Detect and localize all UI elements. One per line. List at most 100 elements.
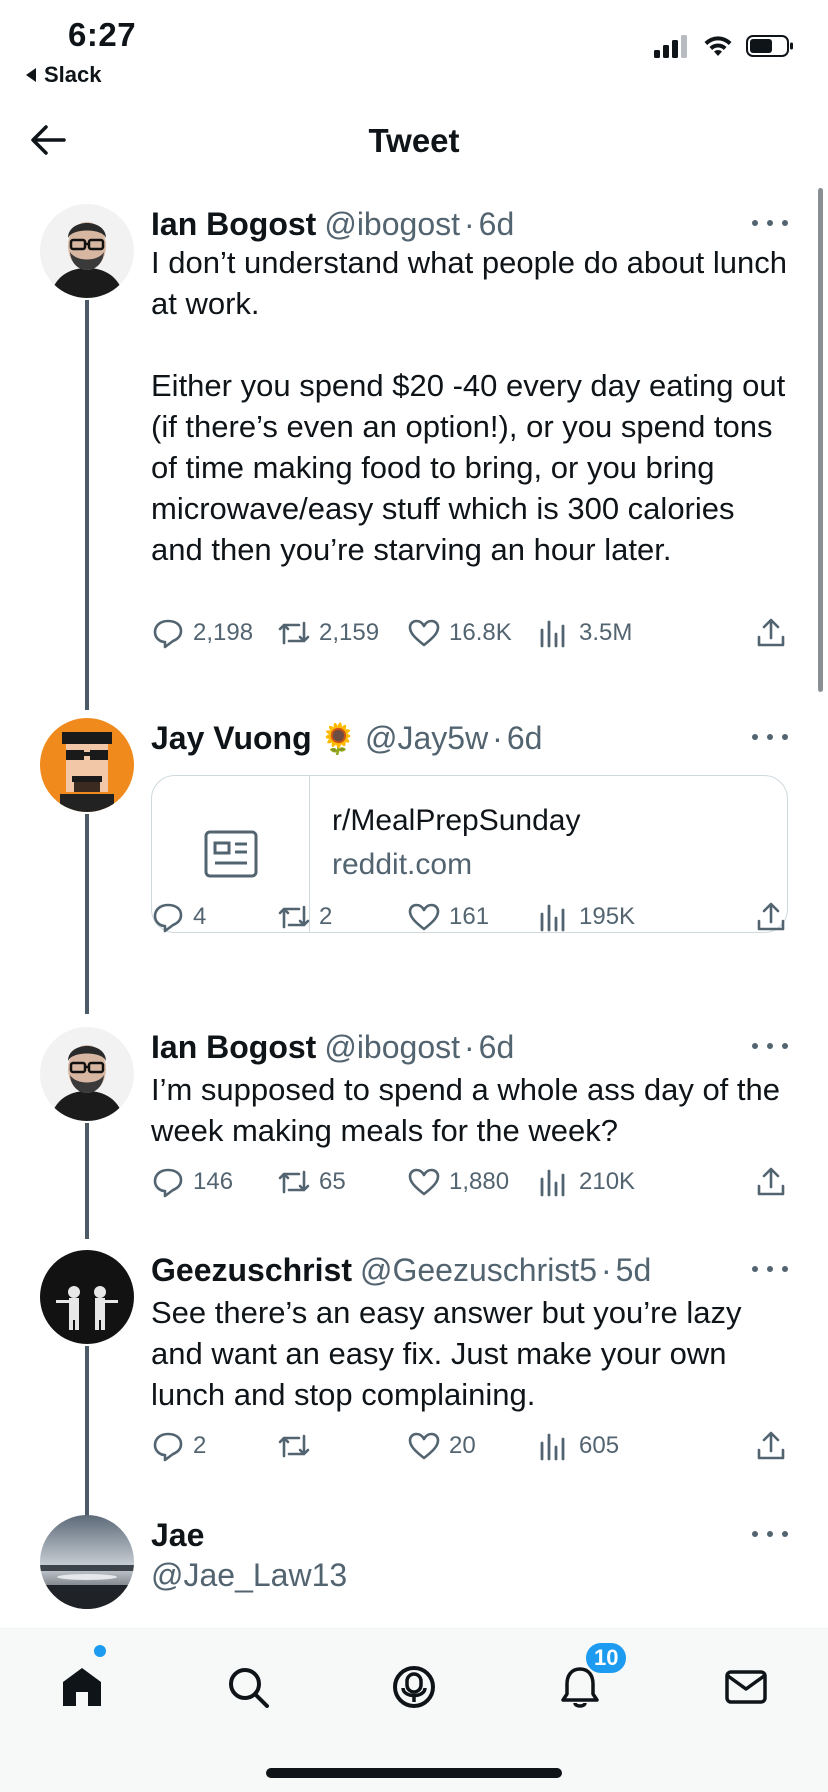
more-options-icon[interactable] [752,208,788,238]
retweet-icon [278,621,310,645]
more-options-icon[interactable] [752,1031,788,1061]
tweet-time[interactable]: 6d [507,718,543,758]
share-icon [757,902,785,931]
reply-button[interactable]: 2 [151,1429,206,1463]
tab-search[interactable] [218,1657,278,1717]
spaces-icon [393,1666,435,1708]
author-handle[interactable]: @Geezuschrist5 [360,1250,597,1290]
heart-icon [408,1432,440,1460]
back-triangle-icon [26,68,36,82]
view-count: 3.5M [579,619,633,646]
avatar-jae [40,1515,134,1609]
signal-icon [654,35,687,58]
reply-button[interactable]: 4 [151,900,206,934]
avatar[interactable] [40,1027,134,1121]
avatar[interactable] [40,1250,134,1344]
author-name[interactable]: Jae [151,1515,204,1555]
author-handle[interactable]: @ibogost [324,1027,460,1067]
views-button[interactable]: 605 [537,1429,619,1463]
views-button[interactable]: 210K [537,1165,635,1199]
retweet-button[interactable]: 65 [277,1165,346,1199]
retweet-button[interactable] [277,1429,319,1463]
tweet-actions: 2 20 605 [151,1426,788,1466]
thread-line [85,1123,89,1239]
avatar[interactable] [40,1515,134,1609]
status-time: 6:27 [68,16,137,53]
view-count: 605 [579,1432,620,1459]
tweet-actions: 2,198 2,159 16.8K 3.5M [151,613,788,653]
author-name[interactable]: Jay Vuong [151,718,312,758]
back-app-label: Slack [44,62,102,87]
share-button[interactable] [754,900,788,934]
retweet-button[interactable]: 2 [277,900,332,934]
share-icon [757,1167,785,1196]
avatar[interactable] [40,718,134,812]
status-bar: 6:27 Slack [0,0,828,96]
author-handle[interactable]: @ibogost [324,204,460,244]
heart-icon [408,619,440,647]
more-options-icon[interactable] [752,1519,788,1549]
share-button[interactable] [754,1429,788,1463]
avatar-jay-vuong [40,718,134,812]
status-icons [654,34,794,58]
like-count: 16.8K [449,619,512,646]
reply-icon [153,1168,183,1198]
views-icon [540,904,565,932]
tweet-time[interactable]: 6d [479,1027,515,1067]
reply-icon [153,1432,183,1462]
author-name[interactable]: Ian Bogost [151,204,316,244]
author-handle[interactable]: @Jay5w [365,718,488,758]
thread-line [85,1346,89,1516]
home-indicator[interactable] [266,1768,562,1778]
tweet-actions: 4 2 161 195K [151,897,788,937]
tab-home[interactable] [52,1657,112,1717]
battery-icon [746,35,793,57]
more-options-icon[interactable] [752,722,788,752]
share-button[interactable] [754,616,788,650]
back-to-app-button[interactable]: Slack [24,62,102,88]
like-button[interactable]: 20 [407,1429,476,1463]
scroll-bar[interactable] [818,188,823,692]
tweet-time[interactable]: 5d [616,1250,652,1290]
tweet-text: I don’t understand what people do about … [151,245,787,567]
author-name[interactable]: Ian Bogost [151,1027,316,1067]
avatar[interactable] [40,204,134,298]
reply-icon [153,619,183,649]
thread-line [85,300,89,710]
more-options-icon[interactable] [752,1254,788,1284]
share-button[interactable] [754,1165,788,1199]
like-button[interactable]: 1,880 [407,1165,509,1199]
author-handle[interactable]: @Jae_Law13 [151,1555,347,1595]
tweet-time[interactable]: 6d [479,204,515,244]
avatar-ian-bogost [40,1027,134,1121]
tab-messages[interactable] [716,1657,776,1717]
reply-button[interactable]: 2,198 [151,616,253,650]
avatar-ian-bogost [40,204,134,298]
views-button[interactable]: 195K [537,900,635,934]
home-icon [63,1668,101,1706]
share-icon [757,1431,785,1460]
tweet-actions: 146 65 1,880 210K [151,1162,788,1202]
messages-icon [725,1670,767,1704]
retweet-count: 2 [319,903,333,930]
header: Tweet [0,100,828,180]
share-icon [757,618,785,647]
views-icon [540,1169,565,1197]
reply-button[interactable]: 146 [151,1165,233,1199]
view-count: 210K [579,1168,636,1195]
retweet-button[interactable]: 2,159 [277,616,379,650]
article-icon [204,830,257,878]
like-count: 1,880 [449,1168,510,1195]
heart-icon [408,1168,440,1196]
search-icon [229,1668,269,1708]
views-icon [540,1433,565,1461]
thread-line [85,814,89,1014]
wifi-icon [704,36,732,56]
like-button[interactable]: 161 [407,900,489,934]
like-button[interactable]: 16.8K [407,616,512,650]
views-button[interactable]: 3.5M [537,616,632,650]
reply-count: 2,198 [193,619,254,646]
tab-spaces[interactable] [384,1657,444,1717]
retweet-count: 2,159 [319,619,380,646]
author-name[interactable]: Geezuschrist [151,1250,352,1290]
